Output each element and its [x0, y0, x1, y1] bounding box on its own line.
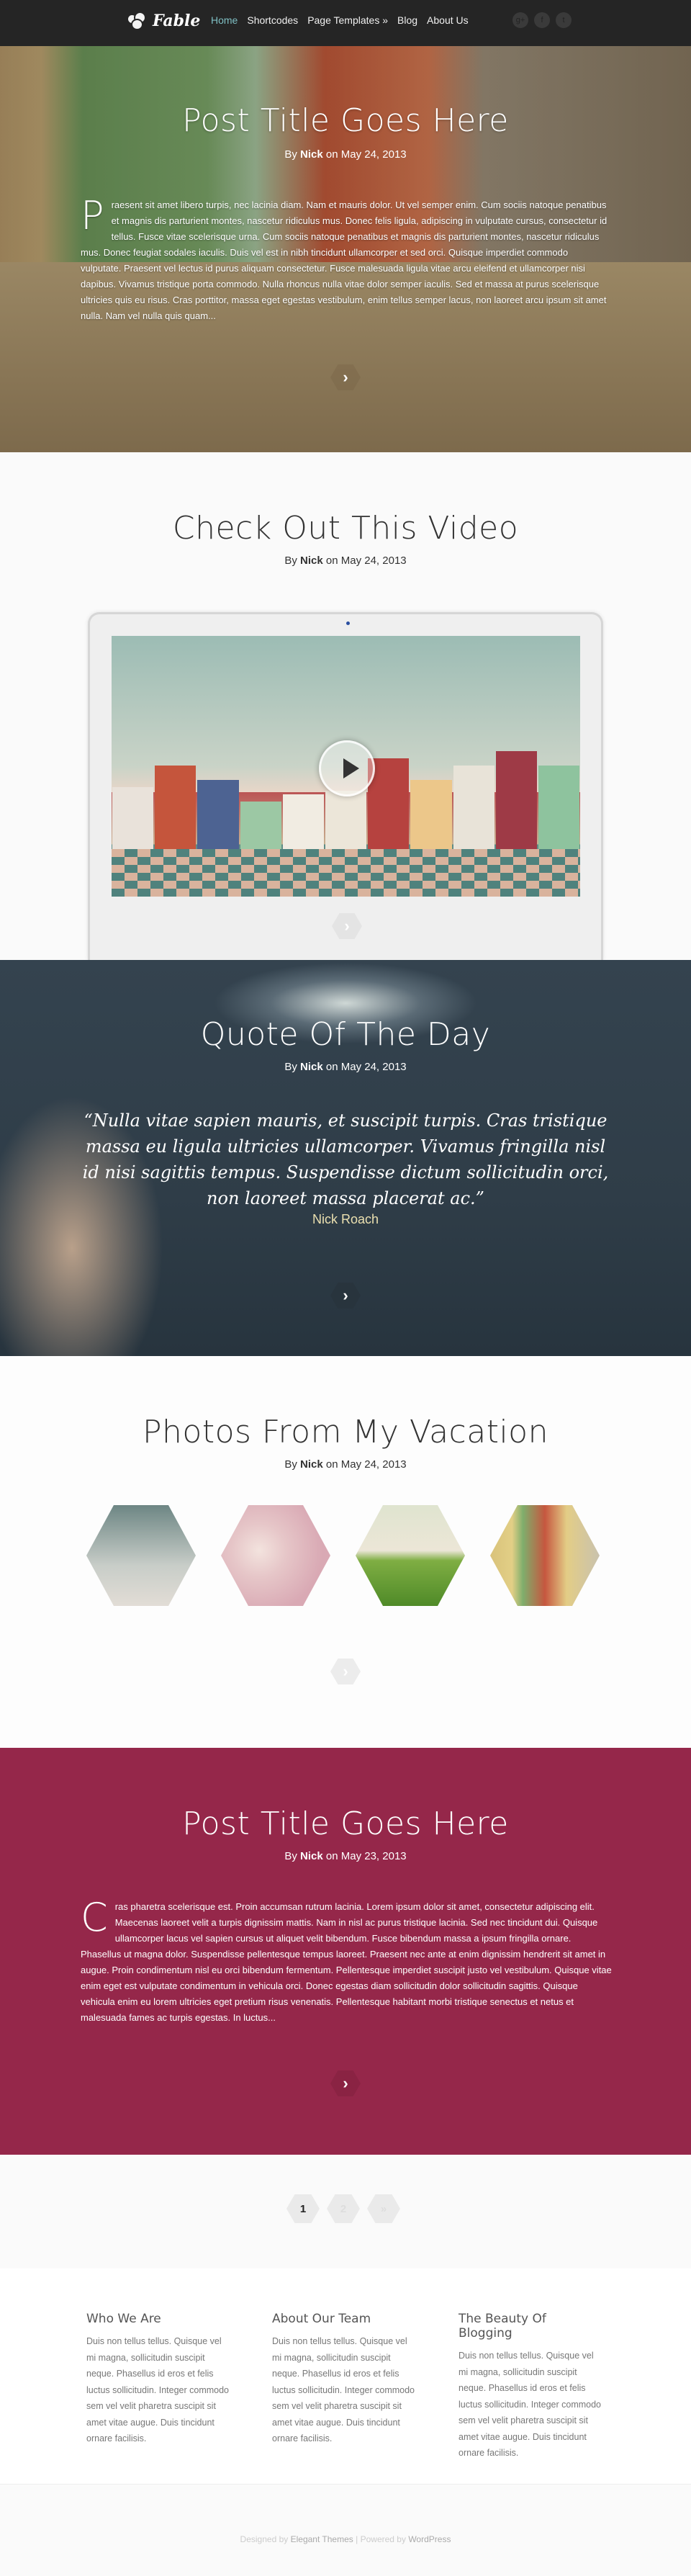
- featured-post: Post Title Goes Here By Nick on May 24, …: [0, 46, 691, 452]
- post-meta: By Nick on May 24, 2013: [284, 1458, 407, 1471]
- quote-author: Nick Roach: [312, 1212, 379, 1226]
- nav-home[interactable]: Home: [211, 14, 238, 26]
- twitter-icon[interactable]: t: [556, 12, 572, 28]
- chevron-right-icon: ›: [343, 368, 348, 386]
- read-more-button[interactable]: ›: [330, 1283, 361, 1309]
- facebook-icon[interactable]: f: [534, 12, 550, 28]
- google-plus-icon[interactable]: g+: [512, 12, 528, 28]
- widget-text: Duis non tellus tellus. Quisque vel mi m…: [459, 2351, 602, 2458]
- laptop-frame: ›: [88, 612, 603, 960]
- gallery-post: Photos From My Vacation By Nick on May 2…: [0, 1356, 691, 1748]
- widget-title: About Our Team: [272, 2312, 371, 2326]
- elegant-themes-link[interactable]: Elegant Themes: [291, 2534, 353, 2544]
- post-title[interactable]: Photos From My Vacation: [0, 1414, 691, 1450]
- video-player[interactable]: [112, 636, 580, 897]
- post-excerpt: P raesent sit amet libero turpis, nec la…: [81, 193, 608, 322]
- dropcap: C: [81, 1895, 108, 1940]
- page-1-button[interactable]: 1: [286, 2194, 320, 2223]
- post-excerpt: C ras pharetra scelerisque est. Proin ac…: [81, 1895, 612, 2024]
- nav-blog[interactable]: Blog: [397, 14, 417, 26]
- gallery-photo-houses[interactable]: [490, 1505, 600, 1606]
- post-title[interactable]: Check Out This Video: [0, 510, 691, 547]
- author-link[interactable]: Nick: [300, 1061, 323, 1073]
- chevron-right-icon: ›: [343, 1286, 348, 1304]
- checker-floor: [112, 849, 580, 897]
- post-title[interactable]: Quote Of The Day: [0, 1016, 691, 1053]
- next-page-button[interactable]: »: [367, 2194, 400, 2223]
- author-link[interactable]: Nick: [300, 148, 323, 161]
- widget-title: Who We Are: [86, 2312, 161, 2326]
- post-title[interactable]: Post Title Goes Here: [0, 1805, 691, 1842]
- gallery-photo-tree[interactable]: [86, 1505, 196, 1606]
- post-meta: By Nick on May 24, 2013: [284, 555, 407, 567]
- read-more-button[interactable]: ›: [332, 913, 362, 939]
- widget-about-our-team: About Our Team Duis non tellus tellus. Q…: [272, 2312, 416, 2447]
- widget-who-we-are: Who We Are Duis non tellus tellus. Quisq…: [86, 2312, 230, 2447]
- social-links: g+ f t: [512, 12, 572, 28]
- site-header: Fable Home Shortcodes Page Templates » B…: [0, 0, 691, 46]
- video-post: Check Out This Video By Nick on May 24, …: [0, 452, 691, 960]
- widget-text: Duis non tellus tellus. Quisque vel mi m…: [86, 2336, 230, 2443]
- wordpress-link[interactable]: WordPress: [408, 2534, 451, 2544]
- gallery-photo-hill[interactable]: [356, 1505, 465, 1606]
- logo-swirl-icon: [127, 12, 148, 30]
- logo[interactable]: Fable: [127, 12, 200, 30]
- post-meta: By Nick on May 23, 2013: [284, 1850, 407, 1862]
- footer-widgets: Who We Are Duis non tellus tellus. Quisq…: [0, 2268, 691, 2485]
- pagination: 1 2 »: [286, 2194, 400, 2223]
- author-link[interactable]: Nick: [300, 555, 323, 567]
- quote-post: Quote Of The Day By Nick on May 24, 2013…: [0, 960, 691, 1356]
- read-more-button[interactable]: ›: [330, 2070, 361, 2096]
- main-nav: Home Shortcodes Page Templates » Blog Ab…: [211, 14, 469, 26]
- nav-page-templates[interactable]: Page Templates »: [307, 14, 388, 26]
- widget-beauty-of-blogging: The Beauty Of Blogging Duis non tellus t…: [459, 2312, 602, 2461]
- play-icon[interactable]: [319, 740, 375, 796]
- author-link[interactable]: Nick: [300, 1850, 323, 1862]
- post-meta: By Nick on May 24, 2013: [284, 148, 407, 161]
- nav-shortcodes[interactable]: Shortcodes: [247, 14, 298, 26]
- dropcap: P: [81, 193, 104, 238]
- chevron-right-icon: ›: [343, 2074, 348, 2092]
- gallery-photo-bunnies[interactable]: [221, 1505, 330, 1606]
- author-link[interactable]: Nick: [300, 1458, 323, 1471]
- page-2-button[interactable]: 2: [327, 2194, 360, 2223]
- read-more-button[interactable]: ›: [330, 1659, 361, 1684]
- chevron-right-icon: ›: [343, 1662, 348, 1680]
- post-title[interactable]: Post Title Goes Here: [0, 102, 691, 139]
- standard-post: Post Title Goes Here By Nick on May 23, …: [0, 1748, 691, 2155]
- nav-about-us[interactable]: About Us: [427, 14, 469, 26]
- widget-title: The Beauty Of Blogging: [459, 2312, 546, 2341]
- footer-credits: Designed by Elegant Themes | Powered by …: [240, 2534, 451, 2544]
- camera-dot: [346, 621, 350, 625]
- quote-text: “Nulla vitae sapien mauris, et suscipit …: [82, 1110, 609, 1208]
- chevron-right-icon: ›: [344, 917, 350, 935]
- widget-text: Duis non tellus tellus. Quisque vel mi m…: [272, 2336, 415, 2443]
- post-meta: By Nick on May 24, 2013: [284, 1061, 407, 1073]
- logo-text: Fable: [153, 12, 201, 30]
